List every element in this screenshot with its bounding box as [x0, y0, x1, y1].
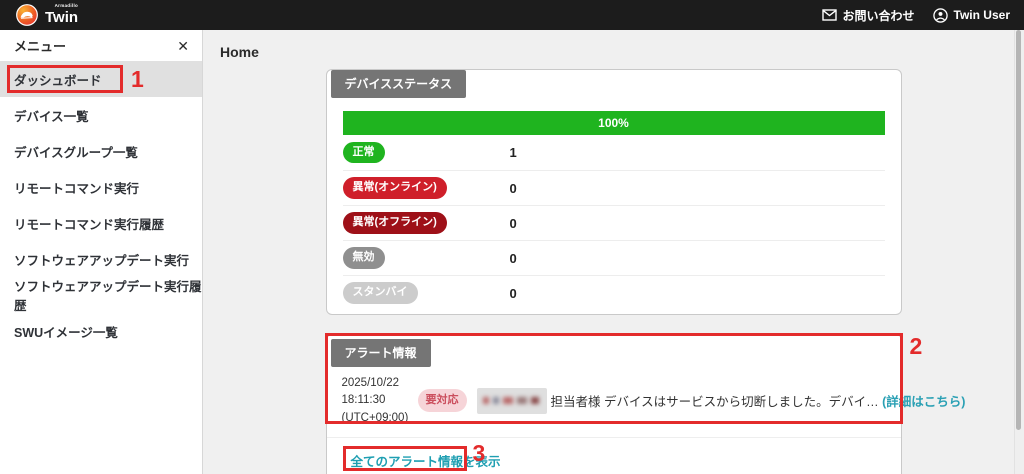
- status-value-disabled: 0: [510, 251, 517, 266]
- page-title: Home: [203, 30, 1024, 60]
- sidebar-item-label: ソフトウェアアップデート実行履歴: [14, 276, 202, 314]
- armadillo-twin-logo[interactable]: ArmadilloTwin: [16, 4, 78, 26]
- sidebar-item-label: リモートコマンド実行: [14, 178, 139, 197]
- status-row-disabled: 無効 0: [343, 240, 885, 275]
- progress-bar-100: 100%: [343, 111, 885, 135]
- sidebar-item-device-list[interactable]: デバイス一覧: [0, 97, 202, 133]
- status-value-standby: 0: [510, 286, 517, 301]
- brand-name: ArmadilloTwin: [45, 6, 78, 25]
- redacted-device-name: [477, 388, 547, 414]
- alert-status-badge: 要対応: [418, 389, 467, 412]
- sidebar-item-label: リモートコマンド実行履歴: [14, 214, 164, 233]
- device-status-card: デバイスステータス 100% 正常 1 異常(オンライン) 0 異常(オフライン…: [326, 69, 902, 315]
- sidebar-item-remote-command-history[interactable]: リモートコマンド実行履歴: [0, 205, 202, 241]
- alert-entry-row: 2025/10/22 18:11:30 (UTC+09:00) 要対応 担当者様…: [327, 367, 901, 437]
- status-value-error-online: 0: [510, 181, 517, 196]
- alert-timestamp: 2025/10/22 18:11:30 (UTC+09:00): [342, 375, 418, 427]
- redacted-blur: [483, 397, 539, 404]
- status-badge-normal: 正常: [343, 142, 385, 163]
- status-badge-disabled: 無効: [343, 247, 385, 268]
- user-icon: [933, 8, 948, 23]
- show-all-alerts-link[interactable]: 全てのアラート情報を表示: [351, 451, 501, 470]
- sidebar-menu: メニュー ✕ ダッシュボード 1 デバイス一覧 デバイスグループ一覧 リモートコ…: [0, 30, 203, 474]
- sidebar-item-label: デバイスグループ一覧: [14, 142, 138, 161]
- status-badge-error-offline: 異常(オフライン): [343, 212, 447, 233]
- status-row-error-offline: 異常(オフライン) 0: [343, 205, 885, 240]
- sidebar-item-software-update[interactable]: ソフトウェアアップデート実行: [0, 241, 202, 277]
- sidebar-item-software-update-history[interactable]: ソフトウェアアップデート実行履歴: [0, 277, 202, 313]
- user-label: Twin User: [954, 8, 1010, 22]
- alert-footer: 全てのアラート情報を表示 3: [327, 437, 901, 474]
- alert-date: 2025/10/22: [342, 375, 418, 392]
- menu-title: メニュー: [14, 36, 66, 55]
- alert-time: 18:11:30: [342, 392, 418, 409]
- contact-label: お問い合わせ: [843, 7, 915, 24]
- envelope-icon: [822, 9, 837, 21]
- sidebar-item-dashboard[interactable]: ダッシュボード 1: [0, 61, 202, 97]
- sidebar-item-remote-command[interactable]: リモートコマンド実行: [0, 169, 202, 205]
- device-status-tab: デバイスステータス: [331, 70, 467, 98]
- alert-message-text: 担当者様 デバイスはサービスから切断しました。デバイ…: [551, 395, 879, 409]
- sidebar-item-swu-image-list[interactable]: SWUイメージ一覧: [0, 313, 202, 349]
- sidebar-item-label: デバイス一覧: [14, 106, 89, 125]
- progress-label: 100%: [598, 116, 629, 130]
- status-row-error-online: 異常(オンライン) 0: [343, 170, 885, 205]
- armadillo-logo-icon: [16, 4, 38, 26]
- close-icon[interactable]: ✕: [177, 39, 189, 53]
- top-bar: ArmadilloTwin お問い合わせ Twin User: [0, 0, 1024, 30]
- alert-message: 担当者様 デバイスはサービスから切断しました。デバイ… (詳細はこちら): [551, 391, 966, 410]
- sidebar-item-label: ソフトウェアアップデート実行: [14, 250, 189, 269]
- alert-timezone: (UTC+09:00): [342, 410, 418, 427]
- status-badge-error-online: 異常(オンライン): [343, 177, 447, 198]
- brand-superscript: Armadillo: [55, 4, 78, 9]
- status-value-error-offline: 0: [510, 216, 517, 231]
- status-row-normal: 正常 1: [343, 135, 885, 170]
- annotation-digit-2: 2: [910, 335, 923, 358]
- main-content: Home デバイスステータス 100% 正常 1 異常(オンライン) 0 異常(…: [203, 30, 1024, 474]
- status-value-normal: 1: [510, 145, 517, 160]
- sidebar-item-label: ダッシュボード: [14, 70, 102, 89]
- sidebar-item-device-group-list[interactable]: デバイスグループ一覧: [0, 133, 202, 169]
- scrollbar-track: [1014, 30, 1024, 474]
- status-badge-standby: スタンバイ: [343, 282, 418, 303]
- annotation-digit-1: 1: [131, 68, 144, 91]
- scrollbar[interactable]: [1016, 30, 1021, 430]
- alert-info-tab: アラート情報: [331, 339, 431, 367]
- menu-header: メニュー ✕: [0, 30, 202, 61]
- contact-button[interactable]: お問い合わせ: [822, 7, 915, 24]
- alert-details-link[interactable]: (詳細はこちら): [882, 395, 965, 409]
- alert-info-card: アラート情報 2025/10/22 18:11:30 (UTC+09:00) 要…: [326, 334, 902, 474]
- status-row-standby: スタンバイ 0: [343, 275, 885, 310]
- device-status-progress: 100%: [343, 111, 885, 135]
- topbar-right: お問い合わせ Twin User: [822, 7, 1010, 24]
- user-menu[interactable]: Twin User: [933, 8, 1010, 23]
- sidebar-item-label: SWUイメージ一覧: [14, 322, 118, 341]
